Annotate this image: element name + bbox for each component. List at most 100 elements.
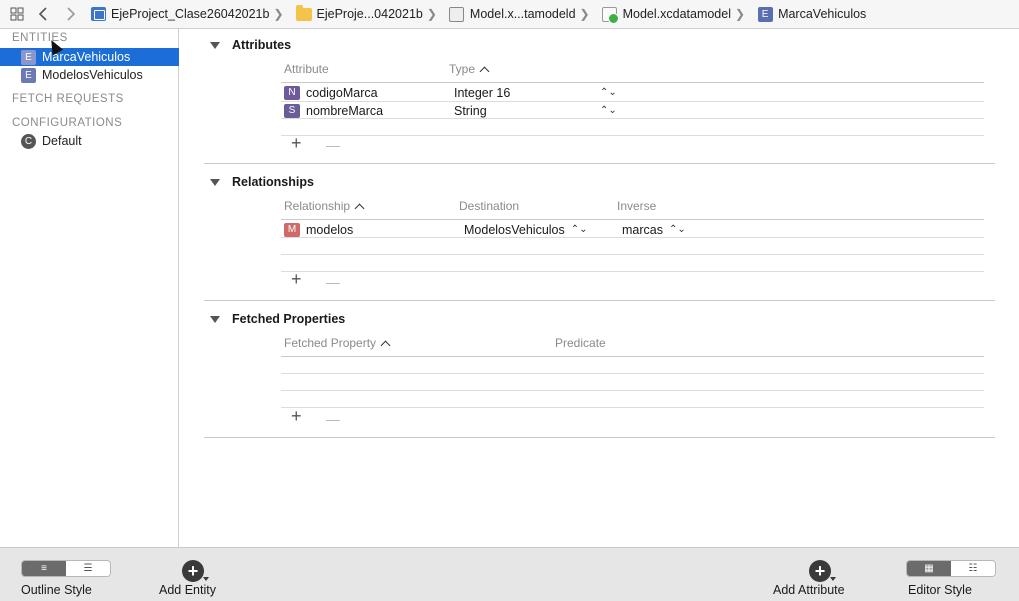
table-divider bbox=[281, 82, 984, 83]
column-header-attribute[interactable]: Attribute bbox=[284, 62, 329, 76]
add-fetched-property-plus-button[interactable]: + bbox=[291, 406, 302, 427]
entity-icon: E bbox=[757, 6, 773, 22]
configurations-header: CONFIGURATIONS bbox=[12, 117, 123, 129]
row-divider bbox=[281, 101, 984, 102]
add-entity-label: Add Entity bbox=[159, 583, 216, 597]
row-divider bbox=[281, 237, 984, 238]
back-arrow-icon[interactable] bbox=[32, 4, 54, 24]
breadcrumb-separator-icon: ❯ bbox=[579, 7, 590, 21]
attributes-section-toggle[interactable]: Attributes bbox=[210, 38, 291, 52]
row-divider bbox=[281, 118, 984, 119]
relationship-destination-popup[interactable]: ModelosVehiculos ⌃⌄ bbox=[464, 221, 588, 238]
outline-style-label: Outline Style bbox=[21, 583, 92, 597]
row-divider bbox=[281, 407, 984, 408]
fetch-requests-header: FETCH REQUESTS bbox=[12, 93, 124, 105]
section-divider bbox=[204, 163, 995, 164]
row-divider bbox=[281, 390, 984, 391]
dropdown-arrow-icon bbox=[830, 577, 836, 581]
sort-ascending-icon bbox=[354, 203, 365, 213]
section-divider bbox=[204, 437, 995, 438]
remove-attribute-minus-button[interactable] bbox=[326, 146, 340, 147]
number-type-icon: N bbox=[284, 85, 300, 100]
disclosure-triangle-icon bbox=[210, 178, 220, 186]
string-type-icon: S bbox=[284, 103, 300, 118]
popup-stepper-icon: ⌃⌄ bbox=[600, 104, 617, 116]
remove-fetched-property-minus-button[interactable] bbox=[326, 420, 340, 421]
table-row[interactable]: N codigoMarca bbox=[284, 84, 378, 101]
table-row[interactable]: M modelos bbox=[284, 221, 353, 238]
fetched-properties-title: Fetched Properties bbox=[232, 312, 346, 326]
folder-icon bbox=[295, 4, 312, 22]
jump-bar: EjeProject_Clase26042021b ❯ EjeProje...0… bbox=[0, 0, 1019, 29]
attributes-title: Attributes bbox=[232, 38, 292, 52]
sidebar-item-label: Default bbox=[42, 134, 82, 148]
editor-style-segmented-control[interactable]: ▦ ☷ bbox=[906, 560, 996, 577]
outline-sidebar: ENTITIES E MarcaVehiculos E ModelosVehic… bbox=[0, 29, 179, 547]
table-row[interactable]: S nombreMarca bbox=[284, 102, 383, 119]
popup-stepper-icon: ⌃⌄ bbox=[570, 223, 588, 235]
table-style-icon[interactable]: ▦ bbox=[907, 561, 951, 576]
sidebar-entity-modelosvehiculos[interactable]: E ModelosVehiculos bbox=[0, 66, 179, 84]
relationship-name[interactable]: modelos bbox=[306, 223, 353, 237]
add-attribute-label: Add Attribute bbox=[773, 583, 845, 597]
related-items-grid-icon[interactable] bbox=[8, 4, 26, 24]
breadcrumb-xcdatamodel[interactable]: Model.xcdatamodel ❯ bbox=[596, 6, 749, 24]
relationship-inverse-popup[interactable]: marcas ⌃⌄ bbox=[622, 221, 686, 238]
breadcrumb-project[interactable]: EjeProject_Clase26042021b ❯ bbox=[84, 6, 288, 22]
relationships-section-toggle[interactable]: Relationships bbox=[210, 175, 314, 189]
entity-icon: E bbox=[21, 67, 36, 83]
editor-bottom-bar: ≡ ☰ Outline Style + Add Entity + Add Att… bbox=[0, 547, 1019, 601]
section-divider bbox=[204, 300, 995, 301]
model-icon bbox=[449, 6, 465, 22]
sidebar-configuration-default[interactable]: C Default bbox=[0, 132, 179, 150]
column-header-inverse[interactable]: Inverse bbox=[617, 199, 656, 213]
entity-icon: E bbox=[21, 49, 36, 65]
sort-ascending-icon bbox=[380, 340, 391, 350]
graph-style-icon[interactable]: ☷ bbox=[951, 561, 995, 576]
configuration-icon: C bbox=[21, 133, 36, 149]
outline-style-segmented-control[interactable]: ≡ ☰ bbox=[21, 560, 111, 577]
disclosure-triangle-icon bbox=[210, 41, 220, 49]
breadcrumb-entity[interactable]: E MarcaVehiculos bbox=[751, 6, 866, 22]
to-many-relationship-icon: M bbox=[284, 222, 300, 237]
outline-list-style-icon[interactable]: ≡ bbox=[22, 561, 66, 576]
sidebar-entity-marcavehiculos[interactable]: E MarcaVehiculos bbox=[0, 48, 179, 66]
add-relationship-plus-button[interactable]: + bbox=[291, 269, 302, 290]
table-divider bbox=[281, 356, 984, 357]
column-header-fetched-property[interactable]: Fetched Property bbox=[284, 336, 391, 350]
add-entity-button[interactable]: + bbox=[182, 560, 209, 582]
forward-arrow-icon[interactable] bbox=[60, 4, 82, 24]
xcdatamodel-icon bbox=[602, 6, 620, 24]
breadcrumb-model-bundle[interactable]: Model.x...tamodeld ❯ bbox=[443, 6, 594, 22]
row-divider bbox=[281, 254, 984, 255]
disclosure-triangle-icon bbox=[210, 315, 220, 323]
attribute-name[interactable]: codigoMarca bbox=[306, 86, 378, 100]
outline-hierarchy-style-icon[interactable]: ☰ bbox=[66, 561, 110, 576]
add-attribute-plus-button[interactable]: + bbox=[291, 133, 302, 154]
sort-ascending-icon bbox=[479, 66, 490, 76]
attribute-name[interactable]: nombreMarca bbox=[306, 104, 383, 118]
table-divider bbox=[281, 219, 984, 220]
remove-relationship-minus-button[interactable] bbox=[326, 283, 340, 284]
attribute-type-popup[interactable]: String ⌃⌄ bbox=[454, 102, 617, 119]
column-header-type[interactable]: Type bbox=[449, 62, 490, 76]
dropdown-arrow-icon bbox=[203, 577, 209, 581]
column-header-predicate[interactable]: Predicate bbox=[555, 336, 606, 350]
attribute-type-popup[interactable]: Integer 16 ⌃⌄ bbox=[454, 84, 617, 101]
column-header-relationship[interactable]: Relationship bbox=[284, 199, 365, 213]
breadcrumb-separator-icon: ❯ bbox=[273, 7, 284, 21]
sidebar-item-label: ModelosVehiculos bbox=[42, 68, 143, 82]
row-divider bbox=[281, 135, 984, 136]
row-divider bbox=[281, 271, 984, 272]
breadcrumb-separator-icon: ❯ bbox=[735, 7, 746, 21]
breadcrumb-folder[interactable]: EjeProje...042021b ❯ bbox=[290, 4, 441, 22]
column-header-destination[interactable]: Destination bbox=[459, 199, 519, 213]
row-divider bbox=[281, 373, 984, 374]
popup-stepper-icon: ⌃⌄ bbox=[600, 86, 617, 98]
add-attribute-button[interactable]: + bbox=[809, 560, 836, 582]
popup-stepper-icon: ⌃⌄ bbox=[668, 223, 686, 235]
plus-icon: + bbox=[814, 561, 826, 581]
fetched-properties-section-toggle[interactable]: Fetched Properties bbox=[210, 312, 345, 326]
editor-style-label: Editor Style bbox=[908, 583, 972, 597]
breadcrumb-separator-icon: ❯ bbox=[426, 7, 437, 21]
